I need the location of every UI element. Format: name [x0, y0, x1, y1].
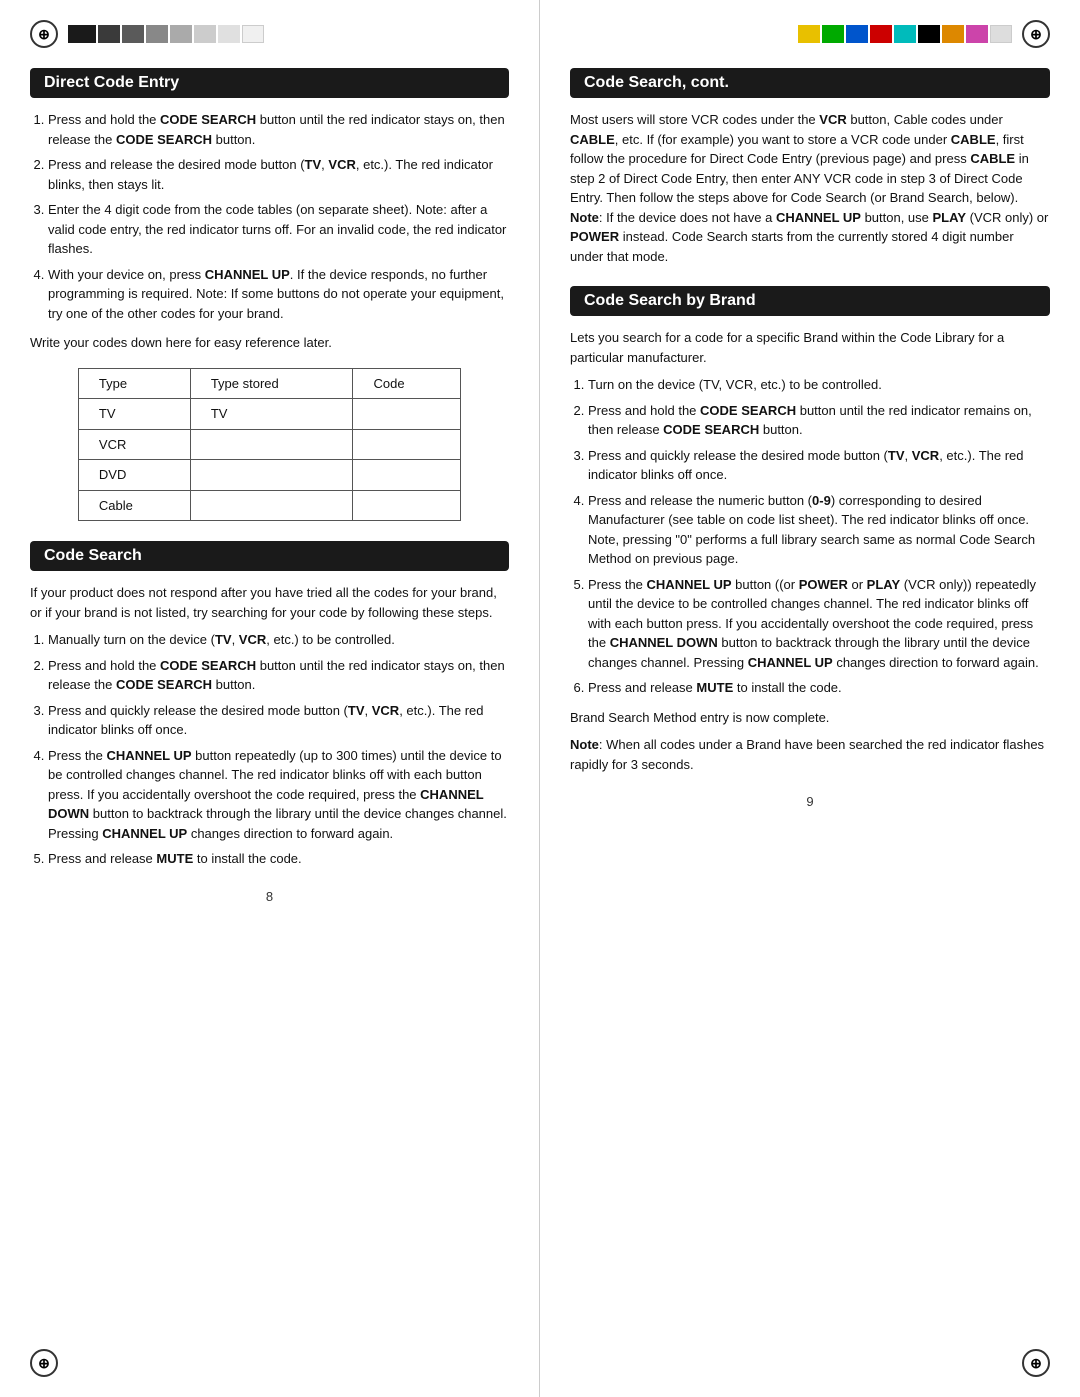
right-color-bars	[798, 25, 1012, 43]
direct-code-entry-steps: Press and hold the CODE SEARCH button un…	[30, 110, 509, 323]
code-table: Type Type stored Code TV TV VCR	[78, 368, 461, 522]
bs-step-3: Press and quickly release the desired mo…	[588, 446, 1050, 485]
cell-type: DVD	[78, 460, 190, 491]
left-page: ⊕ Direct Code Entry Press and hold the C…	[0, 0, 540, 1397]
code-search-intro: If your product does not respond after y…	[30, 583, 509, 622]
code-search-by-brand-content: Lets you search for a code for a specifi…	[570, 328, 1050, 774]
table-row: DVD	[78, 460, 460, 491]
cell-type: VCR	[78, 429, 190, 460]
bar-4	[146, 25, 168, 43]
right-page-number: 9	[570, 794, 1050, 809]
table-row: Cable	[78, 490, 460, 521]
code-search-header: Code Search	[30, 541, 509, 571]
write-note: Write your codes down here for easy refe…	[30, 333, 509, 353]
code-search-section: Code Search If your product does not res…	[30, 541, 509, 869]
bottom-left-crosshair-icon: ⊕	[30, 1349, 58, 1377]
bar-1	[68, 25, 96, 43]
left-color-bars	[68, 25, 264, 43]
right-page: ⊕ Code Search, cont. Most users will sto…	[540, 0, 1080, 1397]
bs-step-2: Press and hold the CODE SEARCH button un…	[588, 401, 1050, 440]
direct-code-entry-header: Direct Code Entry	[30, 68, 509, 98]
cell-code	[353, 399, 461, 430]
rbar-4	[870, 25, 892, 43]
left-crosshair-icon: ⊕	[30, 20, 58, 48]
cs-step-5: Press and release MUTE to install the co…	[48, 849, 509, 869]
code-search-cont-text: Most users will store VCR codes under th…	[570, 110, 1050, 266]
rbar-3	[846, 25, 868, 43]
cell-code	[353, 429, 461, 460]
left-bottom-crosshair: ⊕	[30, 1349, 68, 1377]
cell-code	[353, 490, 461, 521]
cs-step-4: Press the CHANNEL UP button repeatedly (…	[48, 746, 509, 844]
col-code: Code	[353, 368, 461, 399]
brand-search-steps: Turn on the device (TV, VCR, etc.) to be…	[570, 375, 1050, 698]
code-search-cont-header: Code Search, cont.	[570, 68, 1050, 98]
brand-completion-note: Brand Search Method entry is now complet…	[570, 708, 1050, 728]
rbar-8	[966, 25, 988, 43]
rbar-2	[822, 25, 844, 43]
direct-code-entry-content: Press and hold the CODE SEARCH button un…	[30, 110, 509, 521]
cell-stored	[190, 460, 353, 491]
right-bottom-crosshair: ⊕	[1012, 1349, 1050, 1377]
cell-type: TV	[78, 399, 190, 430]
cell-code	[353, 460, 461, 491]
right-top-area: ⊕	[570, 20, 1050, 48]
bs-step-5: Press the CHANNEL UP button ((or POWER o…	[588, 575, 1050, 673]
cs-step-1: Manually turn on the device (TV, VCR, et…	[48, 630, 509, 650]
right-crosshair-icon: ⊕	[1022, 20, 1050, 48]
code-search-content: If your product does not respond after y…	[30, 583, 509, 869]
bar-2	[98, 25, 120, 43]
bar-5	[170, 25, 192, 43]
cell-stored	[190, 429, 353, 460]
bs-step-6: Press and release MUTE to install the co…	[588, 678, 1050, 698]
step-3: Enter the 4 digit code from the code tab…	[48, 200, 509, 259]
brand-search-intro: Lets you search for a code for a specifi…	[570, 328, 1050, 367]
table-row: VCR	[78, 429, 460, 460]
left-page-number: 8	[30, 889, 509, 904]
step-4: With your device on, press CHANNEL UP. I…	[48, 265, 509, 324]
bs-step-4: Press and release the numeric button (0-…	[588, 491, 1050, 569]
cell-stored	[190, 490, 353, 521]
step-2: Press and release the desired mode butto…	[48, 155, 509, 194]
bar-8	[242, 25, 264, 43]
rbar-7	[942, 25, 964, 43]
table-row: TV TV	[78, 399, 460, 430]
code-search-by-brand-section: Code Search by Brand Lets you search for…	[570, 286, 1050, 774]
code-search-steps: Manually turn on the device (TV, VCR, et…	[30, 630, 509, 869]
step-1: Press and hold the CODE SEARCH button un…	[48, 110, 509, 149]
bs-step-1: Turn on the device (TV, VCR, etc.) to be…	[588, 375, 1050, 395]
direct-code-entry-section: Direct Code Entry Press and hold the COD…	[30, 68, 509, 521]
brand-final-note: Note: When all codes under a Brand have …	[570, 735, 1050, 774]
cs-step-2: Press and hold the CODE SEARCH button un…	[48, 656, 509, 695]
rbar-6	[918, 25, 940, 43]
bar-3	[122, 25, 144, 43]
bar-6	[194, 25, 216, 43]
rbar-1	[798, 25, 820, 43]
rbar-9	[990, 25, 1012, 43]
cs-step-3: Press and quickly release the desired mo…	[48, 701, 509, 740]
rbar-5	[894, 25, 916, 43]
col-type: Type	[78, 368, 190, 399]
cell-type: Cable	[78, 490, 190, 521]
bar-7	[218, 25, 240, 43]
left-top-area: ⊕	[30, 20, 509, 48]
code-search-by-brand-header: Code Search by Brand	[570, 286, 1050, 316]
bottom-right-crosshair-icon: ⊕	[1022, 1349, 1050, 1377]
code-search-cont-content: Most users will store VCR codes under th…	[570, 110, 1050, 266]
page-container: ⊕ Direct Code Entry Press and hold the C…	[0, 0, 1080, 1397]
cell-stored: TV	[190, 399, 353, 430]
col-type-stored: Type stored	[190, 368, 353, 399]
code-search-cont-section: Code Search, cont. Most users will store…	[570, 68, 1050, 266]
